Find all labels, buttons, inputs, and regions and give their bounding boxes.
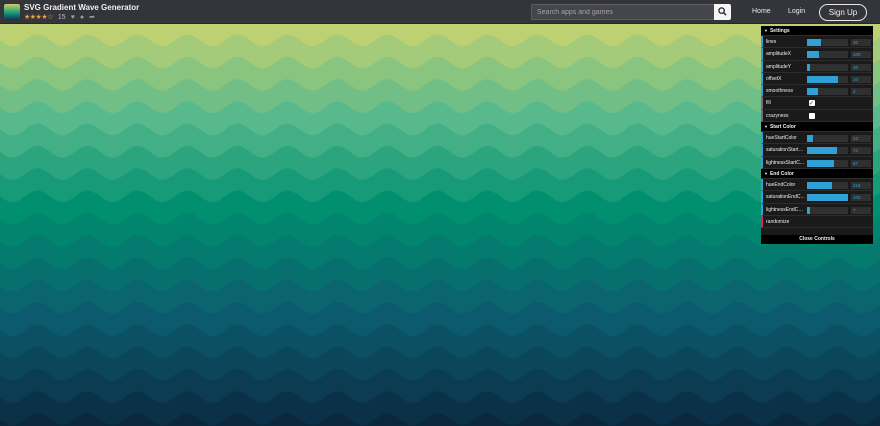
slider[interactable] — [807, 63, 848, 71]
end-color-rows: hueEndColor 216 saturationEndC... 100 lightn… — [761, 178, 873, 216]
app-title[interactable]: SVG Gradient Wave Generator — [24, 3, 139, 12]
checkbox[interactable] — [809, 112, 815, 119]
control-label: lightnessStartC... — [766, 159, 805, 166]
search-icon — [718, 7, 727, 16]
rating-count: 15 — [57, 14, 66, 21]
search-button[interactable] — [714, 4, 731, 20]
control-label: saturationEndC... — [766, 194, 805, 201]
control-label: hueEndColor — [766, 181, 796, 188]
app-thumbnail[interactable] — [4, 4, 20, 20]
folder-settings-label: Settings — [769, 28, 790, 34]
sign-up-button[interactable]: Sign Up — [819, 4, 867, 21]
slider-fill — [807, 181, 832, 189]
control-row-saturationstartc: saturationStartC... 74 — [761, 144, 873, 157]
control-label: lightnessEndColor — [766, 206, 806, 213]
close-controls-button[interactable]: Close Controls — [761, 235, 873, 244]
folder-end-title[interactable]: ▼ End Color — [761, 168, 873, 179]
number-input[interactable]: 100 — [851, 194, 871, 202]
slider[interactable] — [807, 135, 848, 143]
control-row-crazyness: crazyness — [761, 109, 873, 123]
randomize-button[interactable]: randomize — [761, 215, 873, 229]
slider[interactable] — [807, 147, 848, 155]
number-input[interactable]: 74 — [851, 147, 871, 155]
wave-canvas — [0, 0, 880, 426]
folder-end-label: End Color — [769, 170, 794, 177]
slider[interactable] — [807, 181, 848, 189]
slider-fill — [807, 147, 838, 155]
control-label: fill — [766, 100, 771, 107]
control-row-huestartcolor: hueStartColor 53 — [761, 132, 873, 145]
checkbox[interactable] — [809, 98, 815, 111]
folder-settings-title[interactable]: ▼ Settings — [761, 26, 873, 36]
slider-fill — [807, 63, 811, 71]
slider-fill — [807, 206, 810, 214]
slider-fill — [807, 88, 819, 96]
slider[interactable] — [807, 194, 848, 202]
number-input[interactable]: 100 — [851, 51, 871, 59]
control-row-amplitudey: amplitudeY 20 — [761, 60, 873, 73]
slider-fill — [807, 51, 820, 59]
slider-fill — [807, 135, 814, 143]
control-row-offsetx: offsetX 10 — [761, 72, 873, 86]
control-row-saturationendc: saturationEndC... 100 — [761, 191, 873, 204]
triangle-down-icon: ▼ — [764, 170, 768, 176]
share-icon[interactable]: ➦ — [89, 13, 95, 22]
control-row-amplitudex: amplitudeX 100 — [761, 48, 873, 61]
number-input[interactable]: 20 — [851, 63, 871, 71]
slider-fill — [807, 39, 821, 46]
slider[interactable] — [807, 206, 848, 214]
number-input[interactable]: 20 — [851, 39, 871, 46]
slider-fill — [807, 75, 838, 83]
start-color-rows: hueStartColor 53 saturationStartC... 74 ligh… — [761, 132, 873, 169]
number-input[interactable]: 7 — [851, 206, 871, 214]
triangle-down-icon: ▼ — [764, 28, 768, 33]
info-icon[interactable]: ● — [80, 13, 84, 22]
top-bar: SVG Gradient Wave Generator ★★★★☆ 15 ♥ ●… — [0, 0, 880, 24]
slider[interactable] — [807, 159, 848, 167]
app-meta: ★★★★☆ 15 ♥ ● ➦ — [24, 13, 95, 22]
controls-panel: ▼ Settings lines 20 amplitudeX 100 amplitudeY… — [761, 26, 873, 244]
slider[interactable] — [807, 39, 848, 46]
control-row-lightnessendcolor: lightnessEndColor 7 — [761, 203, 873, 216]
slider-fill — [807, 194, 848, 202]
control-row-lightnessstartc: lightnessStartC... 67 — [761, 156, 873, 169]
number-input[interactable]: 10 — [851, 75, 871, 83]
control-row-smoothness: smoothness 3 — [761, 85, 873, 98]
randomize-label: randomize — [766, 218, 790, 225]
number-input[interactable]: 3 — [851, 88, 871, 96]
control-label: hueStartColor — [766, 135, 797, 142]
nav-login-link[interactable]: Login — [788, 8, 805, 15]
folder-start-label: Start Color — [769, 124, 796, 131]
control-row-lines: lines 20 — [761, 36, 873, 49]
settings-rows: lines 20 amplitudeX 100 amplitudeY 20 offsetX 1… — [761, 36, 873, 123]
search-input[interactable] — [531, 4, 714, 20]
number-input[interactable]: 67 — [851, 159, 871, 167]
heart-icon[interactable]: ♥ — [71, 13, 75, 22]
control-row-hueendcolor: hueEndColor 216 — [761, 178, 873, 192]
control-row-fill: fill — [761, 97, 873, 111]
control-label: smoothness — [766, 88, 793, 95]
number-input[interactable]: 216 — [851, 181, 871, 189]
slider[interactable] — [807, 75, 848, 83]
slider[interactable] — [807, 51, 848, 59]
control-label: lines — [766, 39, 777, 45]
control-label: crazyness — [766, 112, 789, 119]
slider-fill — [807, 159, 835, 167]
control-label: saturationStartC... — [766, 147, 806, 154]
number-input[interactable]: 53 — [851, 135, 871, 143]
control-label: amplitudeY — [766, 63, 792, 70]
control-label: offsetX — [766, 75, 782, 82]
triangle-down-icon: ▼ — [764, 124, 768, 130]
slider[interactable] — [807, 88, 848, 96]
control-label: amplitudeX — [766, 51, 792, 58]
folder-start-title[interactable]: ▼ Start Color — [761, 122, 873, 133]
star-rating[interactable]: ★★★★☆ — [24, 13, 53, 22]
nav-home-link[interactable]: Home — [752, 8, 771, 15]
